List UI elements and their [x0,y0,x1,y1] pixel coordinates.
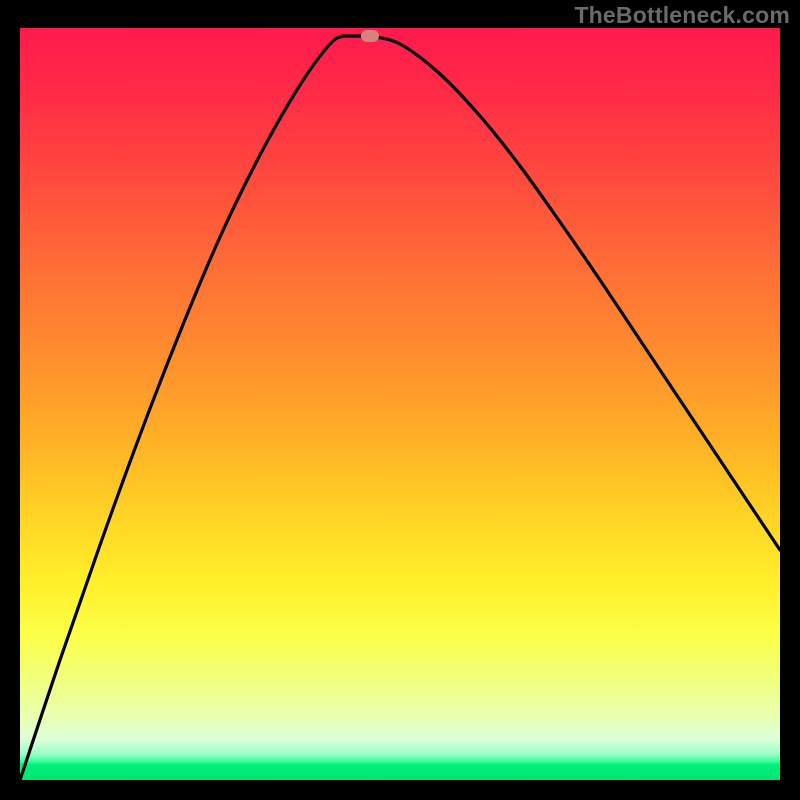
bottleneck-curve [20,28,780,780]
watermark-text: TheBottleneck.com [574,2,790,29]
plot-area [20,28,780,780]
curve-left [20,36,343,780]
optimal-marker [361,30,379,42]
chart-frame: TheBottleneck.com [0,0,800,800]
curve-right [370,36,780,550]
